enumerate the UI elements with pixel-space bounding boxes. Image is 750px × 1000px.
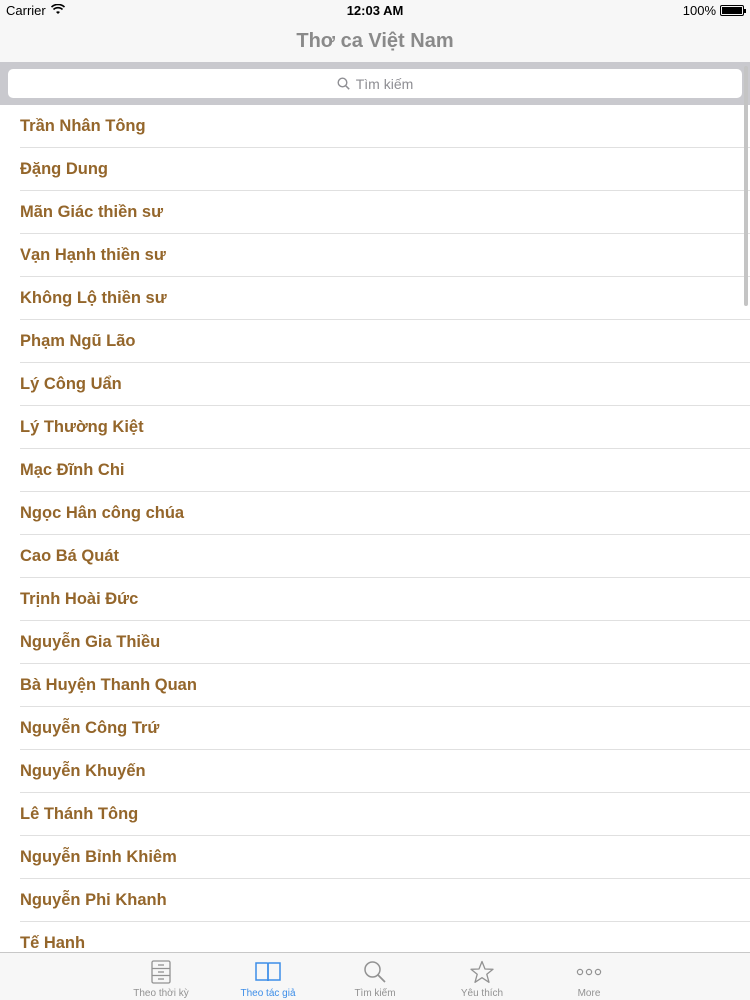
list-item[interactable]: Ngọc Hân công chúa	[0, 492, 750, 535]
tab-cabinet[interactable]: Theo thời kỳ	[108, 953, 215, 1000]
list-item[interactable]: Nguyễn Công Trứ	[0, 707, 750, 750]
author-name: Mãn Giác thiền sư	[20, 203, 164, 221]
list-item[interactable]: Trần Nhân Tông	[0, 105, 750, 148]
author-name: Không Lộ thiền sư	[20, 289, 167, 307]
list-item[interactable]: Phạm Ngũ Lão	[0, 320, 750, 363]
tab-more[interactable]: More	[536, 953, 643, 1000]
author-name: Trịnh Hoài Đức	[20, 590, 139, 608]
author-name: Đặng Dung	[20, 160, 108, 178]
author-name: Tế Hanh	[20, 934, 86, 952]
author-name: Nguyễn Công Trứ	[20, 719, 160, 737]
author-name: Nguyễn Bỉnh Khiêm	[20, 848, 177, 866]
author-name: Lý Thường Kiệt	[20, 418, 144, 436]
list-item[interactable]: Bà Huyện Thanh Quan	[0, 664, 750, 707]
tab-label: Yêu thích	[460, 988, 504, 999]
author-name: Phạm Ngũ Lão	[20, 332, 136, 350]
author-name: Lý Công Uẩn	[20, 375, 122, 393]
tab-search[interactable]: Tìm kiếm	[322, 953, 429, 1000]
battery-icon	[720, 5, 746, 16]
tab-label: Theo tác giả	[240, 988, 296, 999]
author-name: Nguyễn Khuyến	[20, 762, 146, 780]
list-item[interactable]: Nguyễn Khuyến	[0, 750, 750, 793]
list-item[interactable]: Nguyễn Bỉnh Khiêm	[0, 836, 750, 879]
search-icon	[337, 77, 350, 90]
nav-bar: Thơ ca Việt Nam	[0, 22, 750, 62]
list-item[interactable]: Vạn Hạnh thiền sư	[0, 234, 750, 277]
search-icon	[363, 959, 387, 985]
author-name: Nguyễn Phi Khanh	[20, 891, 167, 909]
author-name: Trần Nhân Tông	[20, 117, 146, 135]
author-name: Lê Thánh Tông	[20, 805, 139, 823]
list-item[interactable]: Lý Thường Kiệt	[0, 406, 750, 449]
status-time: 12:03 AM	[346, 3, 404, 18]
status-bar: Carrier 12:03 AM 100%	[0, 0, 750, 22]
search-bar: Tìm kiếm	[0, 62, 750, 105]
star-icon	[470, 959, 494, 985]
tab-book[interactable]: Theo tác giả	[215, 953, 322, 1000]
author-name: Vạn Hạnh thiền sư	[20, 246, 166, 264]
list-item[interactable]: Tế Hanh	[0, 922, 750, 952]
status-right: 100%	[682, 3, 746, 18]
author-name: Bà Huyện Thanh Quan	[20, 676, 197, 694]
list-item[interactable]: Lý Công Uẩn	[0, 363, 750, 406]
more-icon	[576, 959, 602, 985]
list-item[interactable]: Cao Bá Quát	[0, 535, 750, 578]
search-input[interactable]: Tìm kiếm	[8, 69, 742, 98]
list-item[interactable]: Trịnh Hoài Đức	[0, 578, 750, 621]
list-item[interactable]: Không Lộ thiền sư	[0, 277, 750, 320]
author-name: Cao Bá Quát	[20, 547, 120, 565]
search-placeholder: Tìm kiếm	[355, 75, 414, 92]
tab-label: More	[577, 988, 601, 999]
battery-percent: 100%	[682, 3, 716, 18]
book-icon	[254, 959, 282, 985]
page-title: Thơ ca Việt Nam	[296, 30, 454, 52]
list-item[interactable]: Mạc Đĩnh Chi	[0, 449, 750, 492]
list-item[interactable]: Lê Thánh Tông	[0, 793, 750, 836]
author-list[interactable]: Trần Nhân Tông Đặng Dung Mãn Giác thiền sư…	[0, 105, 750, 952]
list-item[interactable]: Nguyễn Phi Khanh	[0, 879, 750, 922]
author-name: Ngọc Hân công chúa	[20, 504, 185, 522]
list-item[interactable]: Nguyễn Gia Thiều	[0, 621, 750, 664]
tab-bar: Theo thời kỳ Theo tác giả Tìm kiếm Yêu thíc…	[0, 952, 750, 1000]
author-name: Nguyễn Gia Thiều	[20, 633, 161, 651]
tab-label: Tìm kiếm	[354, 988, 396, 999]
list-item[interactable]: Đặng Dung	[0, 148, 750, 191]
scrollbar[interactable]	[744, 66, 748, 306]
tab-label: Theo thời kỳ	[133, 988, 189, 999]
tab-star[interactable]: Yêu thích	[429, 953, 536, 1000]
author-name: Mạc Đĩnh Chi	[20, 461, 125, 479]
cabinet-icon	[150, 959, 172, 985]
list-item[interactable]: Mãn Giác thiền sư	[0, 191, 750, 234]
